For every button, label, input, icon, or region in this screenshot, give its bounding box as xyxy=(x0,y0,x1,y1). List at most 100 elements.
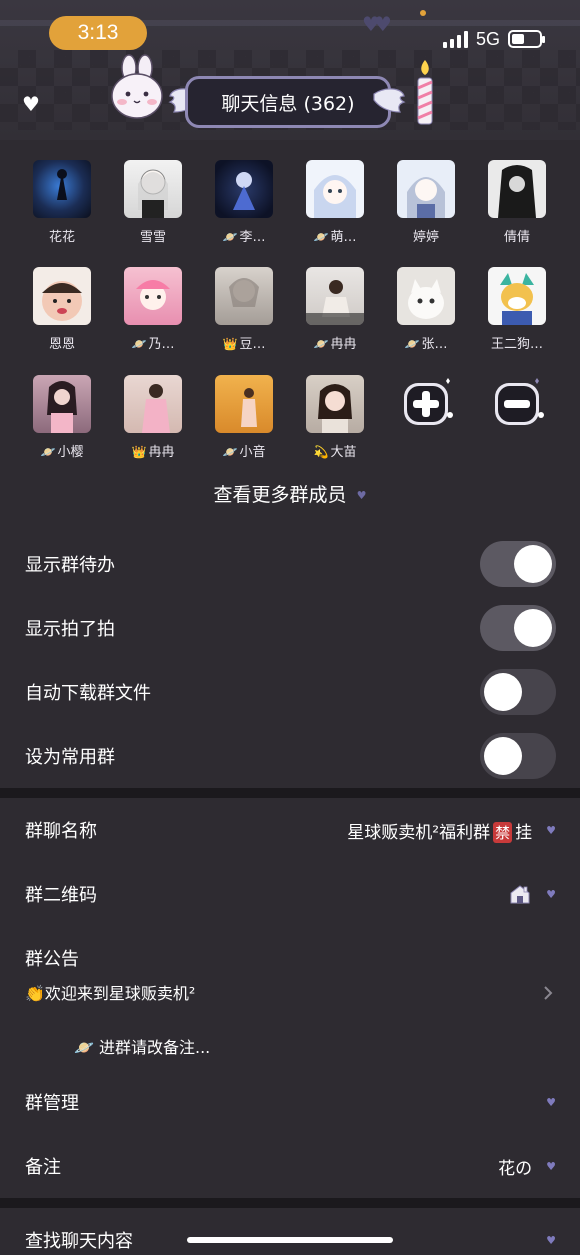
management-label: 群管理 xyxy=(25,1093,79,1114)
heart-icon: ♥ xyxy=(546,1159,556,1173)
avatar[interactable] xyxy=(33,267,91,325)
member-name: 🪐 冉冉 xyxy=(314,333,357,352)
qr-code-right: ♥ xyxy=(508,883,556,905)
search-chat-row[interactable]: 查找聊天内容 ♥ xyxy=(0,1208,580,1255)
section-divider xyxy=(0,1198,580,1208)
member-name: 倩倩 xyxy=(504,226,530,245)
toggle-row-show-todo: 显示群待办 xyxy=(0,532,580,596)
member-item[interactable]: 王二狗… xyxy=(472,267,562,367)
heart-icon: ♥ xyxy=(546,1095,556,1109)
show-pat-switch[interactable] xyxy=(480,605,556,651)
hearts-decoration-icon: ♥♥ xyxy=(362,12,392,36)
heart-icon: ♥ xyxy=(546,1233,556,1247)
member-name-text: 小音 xyxy=(239,445,266,460)
avatar[interactable] xyxy=(124,375,182,433)
avatar[interactable] xyxy=(397,267,455,325)
back-heart-icon[interactable]: ♥ xyxy=(22,92,40,116)
member-item[interactable]: 🪐 小音 xyxy=(199,375,289,475)
heart-icon: ♥ xyxy=(546,887,556,901)
avatar[interactable] xyxy=(306,375,364,433)
chevron-right-icon[interactable] xyxy=(541,986,555,1000)
qr-code-label: 群二维码 xyxy=(25,885,97,906)
remark-row[interactable]: 备注 花の ♥ xyxy=(0,1134,580,1198)
switch-knob xyxy=(484,673,522,711)
candle-icon xyxy=(417,60,433,125)
show-todo-switch[interactable] xyxy=(480,541,556,587)
member-badge-icon: 🪐 xyxy=(222,445,238,459)
view-more-members-button[interactable]: 查看更多群成员 ♥ xyxy=(0,480,580,507)
avatar[interactable] xyxy=(488,267,546,325)
management-row[interactable]: 群管理 ♥ xyxy=(0,1070,580,1134)
member-name: 👑 冉冉 xyxy=(132,441,175,460)
avatar[interactable] xyxy=(215,160,273,218)
avatar[interactable] xyxy=(306,267,364,325)
member-name: 👑 豆… xyxy=(223,333,266,352)
view-more-members-label: 查看更多群成员 xyxy=(213,484,347,506)
toggle-label: 显示拍了拍 xyxy=(25,619,115,640)
avatar[interactable] xyxy=(397,160,455,218)
avatar[interactable] xyxy=(488,160,546,218)
member-item[interactable]: 💫 大苗 xyxy=(290,375,380,475)
member-item[interactable]: 👑 豆… xyxy=(199,267,289,367)
toggle-label: 显示群待办 xyxy=(25,555,115,576)
switch-knob xyxy=(514,545,552,583)
notice-preview-line1: 👏欢迎来到星球贩卖机² xyxy=(25,984,196,1003)
page-title: 聊天信息 (362) xyxy=(185,76,391,128)
notice-label: 群公告 xyxy=(25,949,79,970)
member-item[interactable]: 婷婷 xyxy=(381,160,471,260)
member-name: 🪐 张… xyxy=(405,333,448,352)
plus-icon xyxy=(404,378,453,425)
member-item[interactable]: 倩倩 xyxy=(472,160,562,260)
toggle-row-favorite-group: 设为常用群 xyxy=(0,724,580,788)
auto-download-switch[interactable] xyxy=(480,669,556,715)
avatar[interactable] xyxy=(306,160,364,218)
member-item[interactable]: 🪐 张… xyxy=(381,267,471,367)
avatar[interactable] xyxy=(215,267,273,325)
group-name-value-wrap: 星球贩卖机²福利群禁挂 ♥ xyxy=(347,818,556,843)
member-item[interactable]: 花花 xyxy=(17,160,107,260)
group-name-row[interactable]: 群聊名称 星球贩卖机²福利群禁挂 ♥ xyxy=(0,798,580,862)
toggle-label: 设为常用群 xyxy=(25,747,115,768)
member-badge-icon: 💫 xyxy=(313,445,329,459)
member-name: 王二狗… xyxy=(491,333,543,352)
member-item[interactable]: 👑 冉冉 xyxy=(108,375,198,475)
avatar[interactable] xyxy=(33,375,91,433)
member-badge-icon: 👑 xyxy=(222,337,238,351)
avatar[interactable] xyxy=(124,160,182,218)
member-name: 婷婷 xyxy=(413,226,439,245)
member-name: 花花 xyxy=(49,226,75,245)
member-item[interactable]: 雪雪 xyxy=(108,160,198,260)
member-item[interactable]: 恩恩 xyxy=(17,267,107,367)
member-name-text: 王二狗… xyxy=(490,337,543,352)
member-badge-icon: 👑 xyxy=(131,445,147,459)
home-indicator[interactable] xyxy=(187,1237,393,1243)
favorite-group-switch[interactable] xyxy=(480,733,556,779)
qr-code-row[interactable]: 群二维码 ♥ xyxy=(0,862,580,926)
member-badge-icon: 🪐 xyxy=(404,337,420,351)
network-type: 5G xyxy=(475,28,500,49)
member-badge-icon: 🪐 xyxy=(131,337,147,351)
avatar[interactable] xyxy=(215,375,273,433)
avatar[interactable] xyxy=(33,160,91,218)
remove-member-button[interactable] xyxy=(489,375,547,433)
toggle-label: 自动下载群文件 xyxy=(25,683,151,704)
dot-decoration xyxy=(420,10,426,16)
member-name: 雪雪 xyxy=(140,226,166,245)
member-name-text: 张… xyxy=(421,337,448,352)
avatar[interactable] xyxy=(124,267,182,325)
member-item[interactable]: 🪐 冉冉 xyxy=(290,267,380,367)
member-badge-icon: 🪐 xyxy=(222,230,238,244)
member-item[interactable]: 🪐 乃… xyxy=(108,267,198,367)
member-item[interactable]: 🪐 小樱 xyxy=(17,375,107,475)
member-name-text: 婷婷 xyxy=(412,230,439,245)
member-item[interactable]: 🪐 李… xyxy=(199,160,289,260)
ban-badge: 禁 xyxy=(493,821,513,843)
member-item[interactable]: 🪐 萌… xyxy=(290,160,380,260)
member-name-text: 乃… xyxy=(148,337,175,352)
member-badge-icon: 🪐 xyxy=(40,445,56,459)
add-member-button[interactable] xyxy=(398,375,456,433)
member-name-text: 冉冉 xyxy=(148,445,175,460)
battery-icon xyxy=(508,30,545,48)
settings-toggles: 显示群待办 显示拍了拍 自动下载群文件 设为常用群 xyxy=(0,532,580,788)
group-name-label: 群聊名称 xyxy=(25,821,97,842)
